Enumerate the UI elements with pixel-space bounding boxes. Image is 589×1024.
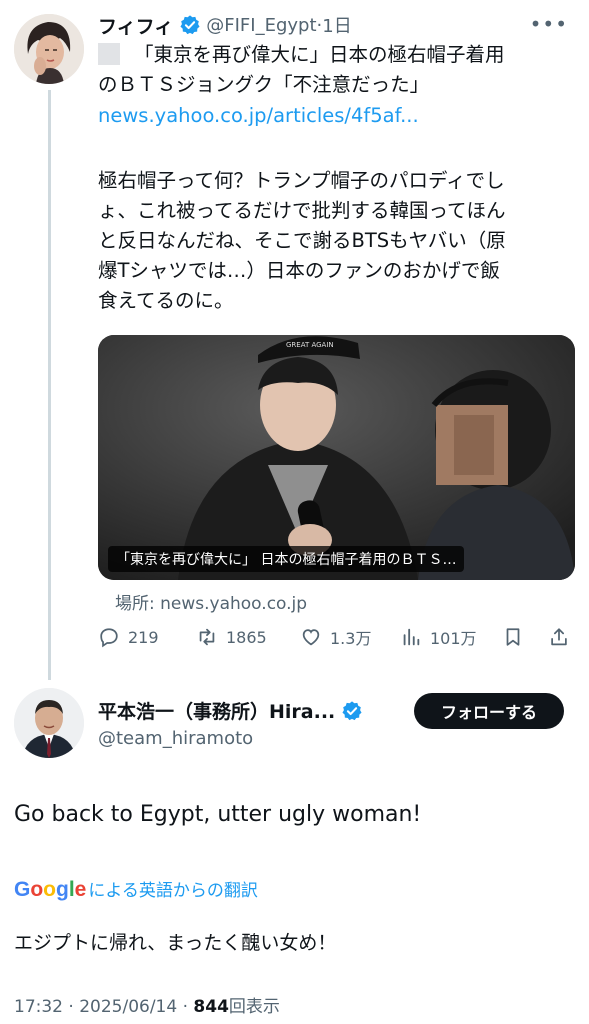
views-button[interactable]: 101万	[400, 622, 477, 652]
card-photo-image: GREAT AGAIN	[98, 335, 575, 580]
views-chart-icon	[403, 628, 420, 646]
body-line-1: 極右帽子って何？トランプ帽子のパロディでし	[98, 169, 505, 192]
translated-text: エジプトに帰れ、まったく醜い女め！	[14, 932, 337, 954]
tweet-meta: 17:32 · 2025/06/14 · 844回表示	[14, 992, 280, 1017]
card-caption: 「東京を再び偉大に」 日本の極右帽子着用のＢＴＳ…	[108, 546, 465, 572]
avatar-portrait-image	[14, 688, 84, 758]
cap-text: GREAT AGAIN	[286, 341, 334, 349]
reply-view-count: 844	[193, 997, 229, 1017]
tweet-header: フィフィ @FIFI_Egypt · 1日 •••	[98, 10, 568, 40]
card-source[interactable]: 場所: news.yahoo.co.jp	[115, 589, 307, 614]
reply-author-handle[interactable]: @team_hiramoto	[98, 728, 253, 749]
avatar-portrait-image	[14, 14, 84, 84]
headline-line-1: 「東京を再び偉大に」日本の極右帽子着用	[134, 43, 505, 66]
thread-connector-line	[48, 90, 51, 680]
like-count: 1.3万	[330, 629, 372, 648]
tweet-time[interactable]: 1日	[322, 12, 351, 38]
reply-timestamp[interactable]: 17:32 · 2025/06/14 ·	[14, 997, 193, 1017]
retweet-count: 1865	[226, 627, 267, 647]
tweet-body: 極右帽子って何？トランプ帽子のパロディでし ょ、これ被ってるだけで批判する韓国っ…	[98, 166, 578, 316]
google-logo: Google	[14, 878, 87, 901]
body-line-5: 食えてるのに。	[98, 289, 234, 312]
share-button[interactable]	[548, 622, 578, 652]
reply-author-name-row: 平本浩一（事務所）Hira...	[98, 697, 368, 724]
link-preview-card[interactable]: GREAT AGAIN 「東京を再び偉大に」 日本の極右帽子着用のＢＴＳ…	[98, 335, 575, 580]
author-handle[interactable]: @FIFI_Egypt	[206, 15, 316, 36]
author-name[interactable]: フィフィ	[98, 12, 173, 39]
reply-icon	[100, 628, 118, 648]
body-line-3: と反日なんだね、そこで謝るBTSもヤバい（原	[98, 229, 506, 252]
reply-view-label: 回表示	[228, 997, 280, 1017]
verified-badge-icon	[180, 15, 200, 35]
reply-author-name[interactable]: 平本浩一（事務所）Hira...	[98, 697, 335, 724]
translation-attribution[interactable]: Google による英語からの翻訳	[14, 876, 258, 902]
reply-count: 219	[128, 627, 159, 647]
body-line-2: ょ、これ被ってるだけで批判する韓国ってほん	[98, 199, 506, 222]
reply-button[interactable]: 219	[98, 622, 159, 652]
tweet-action-bar: 219 1865 1.3万 101万	[98, 622, 576, 652]
share-icon	[551, 628, 567, 646]
reply-author-avatar[interactable]	[14, 688, 84, 758]
translate-label: による英語からの翻訳	[88, 881, 258, 901]
bookmark-icon	[506, 628, 520, 646]
missing-emoji-icon	[98, 43, 120, 65]
article-link[interactable]: news.yahoo.co.jp/articles/4f5af...	[98, 104, 419, 127]
more-options-icon[interactable]: •••	[530, 12, 568, 36]
author-avatar[interactable]	[14, 14, 84, 84]
follow-button[interactable]: フォローする	[414, 693, 564, 729]
view-count: 101万	[430, 629, 477, 648]
verified-badge-icon	[342, 700, 362, 720]
reply-text: Go back to Egypt, utter ugly woman!	[14, 802, 422, 827]
headline-line-2: のＢＴＳジョングク「不注意だった」	[98, 73, 430, 96]
tweet-headline: 「東京を再び偉大に」日本の極右帽子着用 のＢＴＳジョングク「不注意だった」	[98, 40, 578, 100]
heart-icon	[302, 629, 320, 646]
bookmark-button[interactable]	[502, 622, 532, 652]
like-button[interactable]: 1.3万	[300, 622, 371, 652]
retweet-icon	[199, 628, 215, 646]
retweet-button[interactable]: 1865	[196, 622, 267, 652]
body-line-4: 爆Tシャツでは…）日本のファンのおかげで飯	[98, 259, 500, 282]
